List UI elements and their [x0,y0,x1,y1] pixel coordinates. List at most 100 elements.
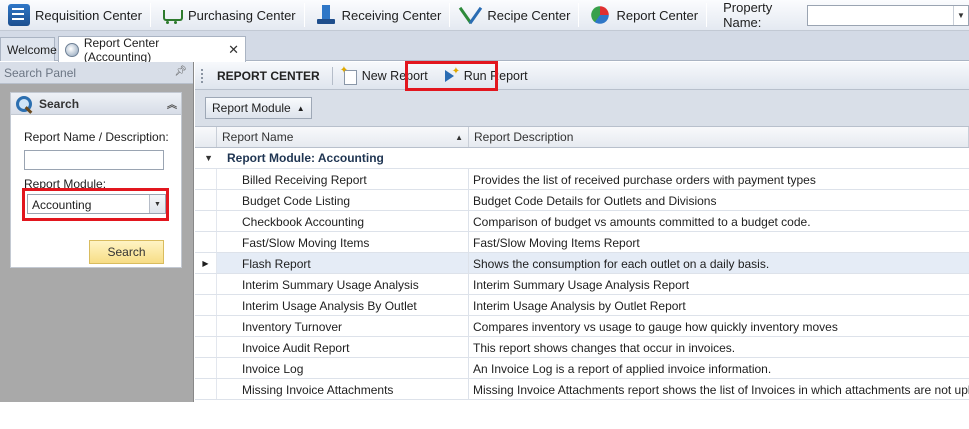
group-by-report-module[interactable]: Report Module ▲ [205,97,312,119]
requisition-center-label: Requisition Center [35,7,142,23]
requisition-center-button[interactable]: Requisition Center [0,1,148,29]
cell-report-name[interactable]: Missing Invoice Attachments [239,379,469,399]
table-row[interactable]: Budget Code Listing Budget Code Details f… [195,190,969,211]
search-box-title: Search [39,96,80,111]
tab-welcome[interactable]: Welcome [0,37,57,61]
search-box-header[interactable]: Search ︽ [11,93,181,115]
report-name-label: Report Name / Description: [24,130,169,144]
report-name-input[interactable] [24,150,164,170]
report-module-select[interactable]: Accounting ▼ [27,194,166,214]
close-icon[interactable]: ✕ [228,42,239,58]
column-report-description[interactable]: Report Description [469,127,969,147]
search-button[interactable]: Search [89,240,164,264]
cell-report-description[interactable]: Budget Code Details for Outlets and Divi… [469,190,969,210]
group-row-accounting[interactable]: ▼ Report Module: Accounting [195,148,969,169]
purchasing-center-button[interactable]: Purchasing Center [153,1,302,29]
column-report-name[interactable]: Report Name ▲ [217,127,469,147]
cell-report-name[interactable]: Interim Usage Analysis By Outlet [239,295,469,315]
cell-report-name[interactable]: Inventory Turnover [239,316,469,336]
toolbar-separator [706,3,708,27]
table-row[interactable]: Missing Invoice Attachments Missing Invoi… [195,379,969,400]
purchasing-center-label: Purchasing Center [187,7,296,23]
table-row[interactable]: Fast/Slow Moving Items Fast/Slow Moving I… [195,232,969,253]
table-row[interactable]: Interim Summary Usage Analysis Interim Su… [195,274,969,295]
collapse-icon[interactable]: ︽ [167,96,177,111]
table-row[interactable]: ▶ Flash Report Shows the consumption for e… [195,253,969,274]
group-chip-label: Report Module [212,101,291,115]
row-group-indent [217,253,239,273]
table-row[interactable]: Checkbook Accounting Comparison of budget… [195,211,969,232]
receiving-center-button[interactable]: Receiving Center [307,1,448,29]
table-row[interactable]: Interim Usage Analysis By Outlet Interim … [195,295,969,316]
row-indicator[interactable] [195,379,217,399]
tab-report-center-label: Report Center (Accounting) [83,35,160,64]
column-report-name-label: Report Name [222,130,294,144]
cell-report-name[interactable]: Invoice Audit Report [239,337,469,357]
receiving-icon [315,4,337,26]
cell-report-description[interactable]: Comparison of budget vs amounts committe… [469,211,969,231]
cell-report-description[interactable]: Provides the list of received purchase o… [469,169,969,189]
cell-report-name[interactable]: Invoice Log [239,358,469,378]
cell-report-description[interactable]: Compares inventory vs usage to gauge how… [469,316,969,336]
cell-report-description[interactable]: Interim Usage Analysis by Outlet Report [469,295,969,315]
row-indicator[interactable] [195,337,217,357]
row-indicator[interactable] [195,169,217,189]
cell-report-description[interactable]: Missing Invoice Attachments report shows… [469,379,969,399]
chevron-down-icon[interactable]: ▼ [149,195,165,213]
cell-report-name[interactable]: Flash Report [239,253,469,273]
requisition-icon [8,4,30,26]
cell-report-description[interactable]: This report shows changes that occur in … [469,337,969,357]
row-indicator[interactable] [195,358,217,378]
row-group-indent [217,274,239,294]
row-indicator[interactable] [195,190,217,210]
group-by-area: Report Module ▲ [195,90,969,127]
row-group-indent [217,211,239,231]
bottom-blank-area [0,402,969,429]
report-center-button[interactable]: Report Center [581,1,704,29]
row-indicator[interactable]: ▶ [195,253,217,273]
highlight-frame [405,61,498,91]
report-center-main: REPORT CENTER New Report Run Report Repo… [195,62,969,402]
cell-report-name[interactable]: Billed Receiving Report [239,169,469,189]
row-group-indent [217,190,239,210]
table-row[interactable]: Inventory Turnover Compares inventory vs … [195,316,969,337]
row-group-indent [217,337,239,357]
table-row[interactable]: Invoice Log An Invoice Log is a report of… [195,358,969,379]
group-row-label: Report Module: Accounting [227,151,384,165]
magnifier-icon [15,95,33,113]
report-toolbar: REPORT CENTER New Report Run Report [195,62,969,90]
report-center-label: Report Center [616,7,699,23]
new-document-icon [340,65,358,85]
toolbar-grip[interactable] [201,68,205,83]
cell-report-name[interactable]: Fast/Slow Moving Items [239,232,469,252]
expand-chevron-icon[interactable]: ▼ [195,153,217,163]
report-grid: Report Name ▲ Report Description ▼ Repor… [195,127,969,400]
chevron-down-icon[interactable]: ▼ [953,5,968,25]
cart-icon [161,4,183,26]
cell-report-name[interactable]: Checkbook Accounting [239,211,469,231]
table-row[interactable]: Invoice Audit Report This report shows ch… [195,337,969,358]
cell-report-description[interactable]: Shows the consumption for each outlet on… [469,253,969,273]
cell-report-name[interactable]: Budget Code Listing [239,190,469,210]
search-panel: Search Panel 📌︎ Search ︽ Report Name / D… [0,62,194,402]
row-group-indent [217,358,239,378]
tab-welcome-label: Welcome [7,42,57,57]
toolbar-separator [331,66,333,85]
cell-report-name[interactable]: Interim Summary Usage Analysis [239,274,469,294]
property-name-select[interactable]: ▼ [807,4,969,26]
row-indicator[interactable] [195,295,217,315]
cell-report-description[interactable]: An Invoice Log is a report of applied in… [469,358,969,378]
pin-icon[interactable]: 📌︎ [174,66,187,77]
row-indicator[interactable] [195,316,217,336]
globe-icon [65,42,79,57]
tab-report-center[interactable]: Report Center (Accounting) ✕ [58,35,246,64]
row-indicator[interactable] [195,232,217,252]
row-indicator[interactable] [195,211,217,231]
cell-report-description[interactable]: Interim Summary Usage Analysis Report [469,274,969,294]
row-indicator[interactable] [195,274,217,294]
table-row[interactable]: Billed Receiving Report Provides the list… [195,169,969,190]
cell-report-description[interactable]: Fast/Slow Moving Items Report [469,232,969,252]
row-group-indent [217,316,239,336]
recipe-center-button[interactable]: Recipe Center [452,1,576,29]
document-tabs: Welcome Report Center (Accounting) ✕ [0,31,969,64]
